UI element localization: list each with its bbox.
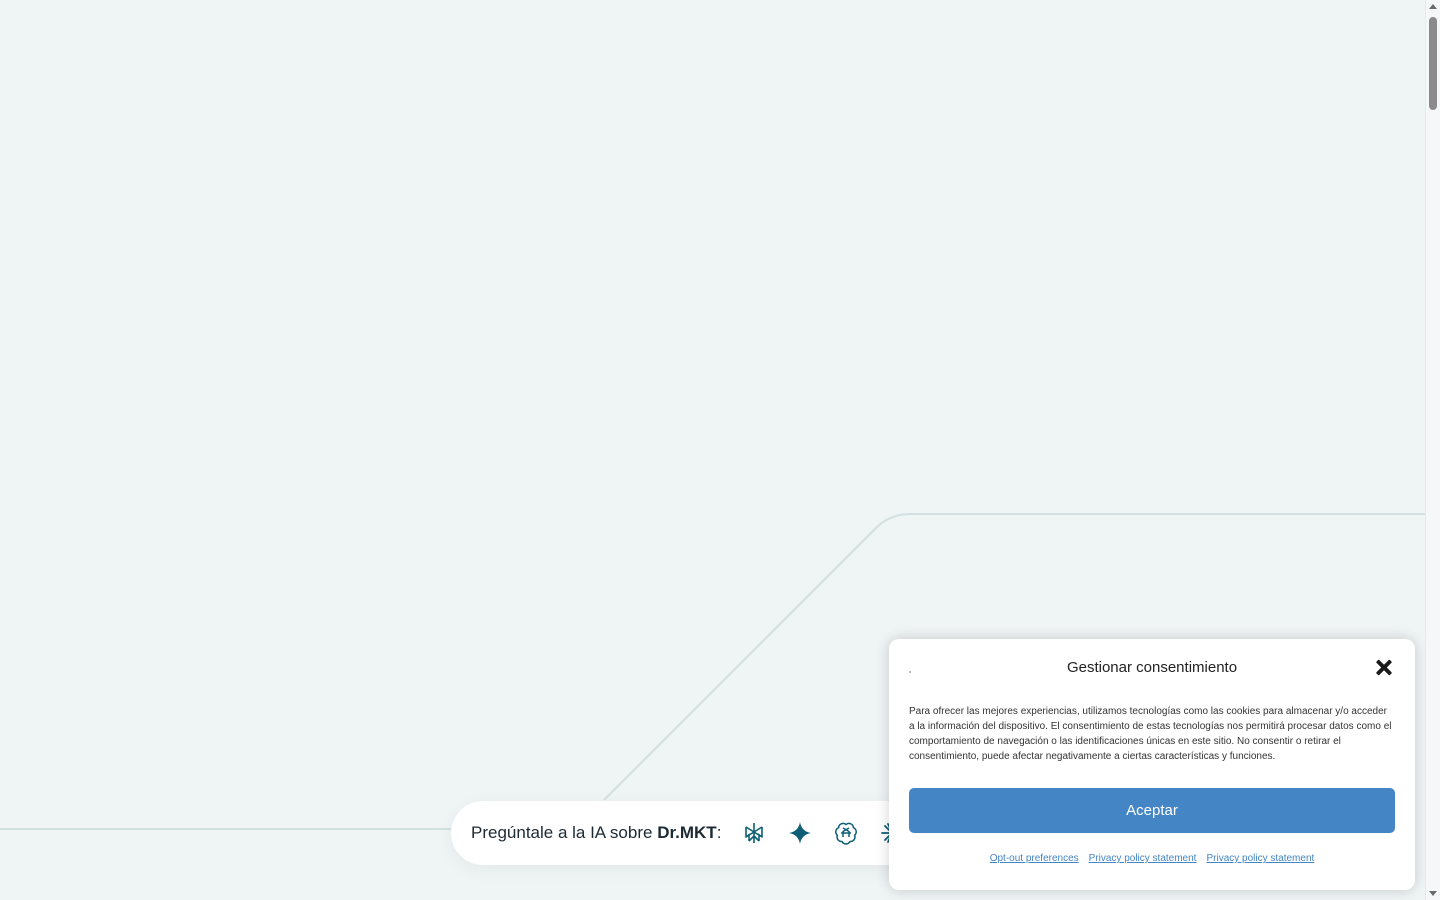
page-scrollbar[interactable] xyxy=(1425,0,1440,900)
scroll-thumb[interactable] xyxy=(1429,17,1437,110)
ask-ai-label: Pregúntale a la IA sobre Dr.MKT: xyxy=(471,823,722,842)
scroll-down-icon[interactable] xyxy=(1429,891,1437,896)
consent-body-text: Para ofrecer las mejores experiencias, u… xyxy=(909,706,1392,762)
opt-out-preferences-link[interactable]: Opt-out preferences xyxy=(990,853,1079,864)
page: Pregúntale a la IA sobre Dr.MKT: Gestion… xyxy=(0,0,1440,900)
perplexity-icon[interactable] xyxy=(741,820,767,846)
consent-links: Opt-out preferences Privacy policy state… xyxy=(889,853,1415,864)
scroll-up-icon[interactable] xyxy=(1429,4,1437,9)
gemini-icon[interactable] xyxy=(787,820,813,846)
privacy-policy-link-2[interactable]: Privacy policy statement xyxy=(1206,853,1314,864)
chatgpt-icon[interactable] xyxy=(833,820,859,846)
privacy-policy-link[interactable]: Privacy policy statement xyxy=(1089,853,1197,864)
ask-ai-brand: Dr.MKT xyxy=(657,823,717,842)
consent-title: Gestionar consentimiento xyxy=(1066,659,1238,676)
close-icon[interactable] xyxy=(1373,657,1395,679)
cookie-consent-dialog: Gestionar consentimiento Para ofrecer la… xyxy=(889,639,1415,890)
accept-button[interactable]: Aceptar xyxy=(909,788,1395,833)
